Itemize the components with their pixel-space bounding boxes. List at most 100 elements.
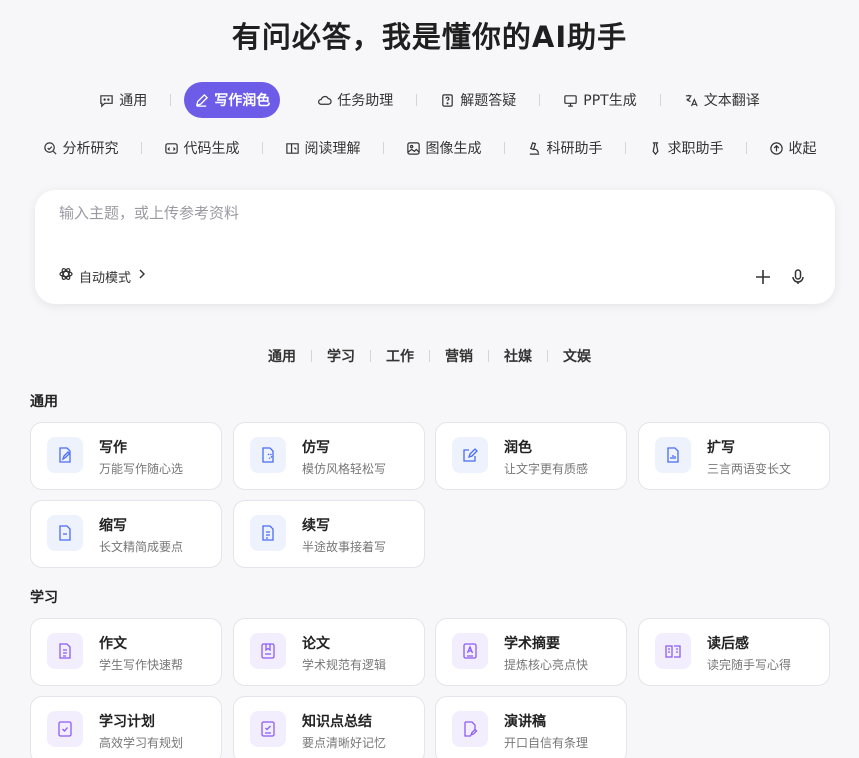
speech-doc-icon [452,711,488,747]
tab-writing-polish[interactable]: 写作润色 [184,82,281,118]
write-doc-icon [47,437,83,473]
category-tab[interactable]: 通用 [268,346,296,366]
open-book-icon [655,633,691,669]
tab-label: 任务助理 [337,93,394,109]
tab-label: 代码生成 [183,141,240,157]
tab-translate[interactable]: 文本翻译 [674,82,770,118]
prompt-input[interactable] [59,204,799,222]
template-card-study-plan[interactable]: 学习计划 高效学习有规划 [30,696,222,758]
card-title: 学术摘要 [504,636,560,652]
category-tab[interactable]: 社媒 [504,346,532,366]
template-card-reflection[interactable]: 读后感 读完随手写心得 [638,618,830,686]
card-title: 读后感 [707,636,749,652]
tab-code[interactable]: 代码生成 [154,130,250,166]
pen-icon [194,93,209,108]
tab-reading[interactable]: 阅读理解 [275,130,371,166]
divider [547,350,548,362]
mode-selector[interactable]: 自动模式 [58,266,148,286]
divider [140,142,142,154]
template-card-continue[interactable]: 续写 半途故事接着写 [233,500,425,568]
tab-label: 分析研究 [62,141,119,157]
divider [311,350,312,362]
card-title: 学习计划 [99,714,155,730]
mode-label: 自动模式 [79,270,132,286]
tab-ppt[interactable]: PPT生成 [553,82,646,118]
feature-tabs-row-2: 分析研究 代码生成 阅读理解 图像生成 科研助手 求职助手 收起 [0,132,859,164]
tab-label: 图像生成 [425,141,482,157]
category-tab[interactable]: 学习 [327,346,355,366]
auto-mode-icon [58,266,74,286]
add-attachment-button[interactable] [753,267,773,287]
prompt-input-box: 自动模式 [35,190,835,304]
tab-label: 求职助手 [667,141,724,157]
edit-square-icon [452,437,488,473]
card-title: 演讲稿 [504,714,546,730]
category-tab[interactable]: 工作 [386,346,414,366]
code-icon [164,141,179,156]
divider [624,142,626,154]
tab-problem-solving[interactable]: 解题答疑 [430,82,526,118]
paper-icon [250,633,286,669]
tab-label: 收起 [788,141,817,157]
chat-bubble-icon [99,93,114,108]
card-title: 润色 [504,440,532,456]
abstract-icon [452,633,488,669]
image-icon [406,141,421,156]
tie-icon [648,141,663,156]
question-doc-icon [440,93,455,108]
card-description: 高效学习有规划 [99,736,184,750]
template-card-essay[interactable]: 作文 学生写作快速帮 [30,618,222,686]
divider [429,350,430,362]
plus-icon [753,270,773,291]
template-card-paper[interactable]: 论文 学术规范有逻辑 [233,618,425,686]
voice-input-button[interactable] [788,267,808,287]
tab-research[interactable]: 科研助手 [517,130,613,166]
card-title: 续写 [302,518,330,534]
collapse-button[interactable]: 收起 [759,130,827,166]
plan-icon [47,711,83,747]
presentation-icon [563,93,578,108]
card-description: 万能写作随心选 [99,462,184,476]
expand-doc-icon [655,437,691,473]
divider [659,94,661,106]
microphone-icon [788,269,808,291]
tab-task-assistant[interactable]: 任务助理 [307,82,403,118]
tab-label: 阅读理解 [304,141,361,157]
template-card-expand[interactable]: 扩写 三言两语变长文 [638,422,830,490]
card-description: 要点清晰好记忆 [302,736,387,750]
template-category-tabs: 通用 学习 工作 营销 社媒 文娱 [0,346,859,366]
continue-doc-icon [250,515,286,551]
template-card-shrink[interactable]: 缩写 长文精简成要点 [30,500,222,568]
template-card-abstract[interactable]: 学术摘要 提炼核心亮点快 [435,618,627,686]
analysis-icon [43,141,58,156]
template-card-polish[interactable]: 润色 让文字更有质感 [435,422,627,490]
template-card-speech[interactable]: 演讲稿 开口自信有条理 [435,696,627,758]
tab-label: 解题答疑 [460,93,517,109]
template-card-imitate[interactable]: 仿写 模仿风格轻松写 [233,422,425,490]
tab-label: 文本翻译 [703,93,760,109]
template-card-write[interactable]: 写作 万能写作随心选 [30,422,222,490]
template-card-knowledge-summary[interactable]: 知识点总结 要点清晰好记忆 [233,696,425,758]
tab-analysis[interactable]: 分析研究 [33,130,129,166]
category-tab[interactable]: 文娱 [563,346,591,366]
translate-icon [684,93,699,108]
tab-general[interactable]: 通用 [89,82,157,118]
book-icon [285,141,300,156]
tab-label: 写作润色 [214,93,271,109]
microscope-icon [527,141,542,156]
divider [503,142,505,154]
category-tab[interactable]: 营销 [445,346,473,366]
tab-job[interactable]: 求职助手 [638,130,734,166]
card-description: 三言两语变长文 [707,462,792,476]
card-description: 长文精简成要点 [99,540,184,554]
divider [370,350,371,362]
card-title: 缩写 [99,518,127,534]
tab-image-gen[interactable]: 图像生成 [396,130,492,166]
tab-label: PPT生成 [583,93,637,109]
feature-tabs-row-1: 通用 写作润色 任务助理 解题答疑 PPT生成 文本翻译 [0,82,859,118]
cloud-icon [317,93,332,108]
divider [382,142,384,154]
card-description: 学术规范有逻辑 [302,658,387,672]
chevron-right-icon [136,268,148,284]
card-description: 开口自信有条理 [504,736,589,750]
